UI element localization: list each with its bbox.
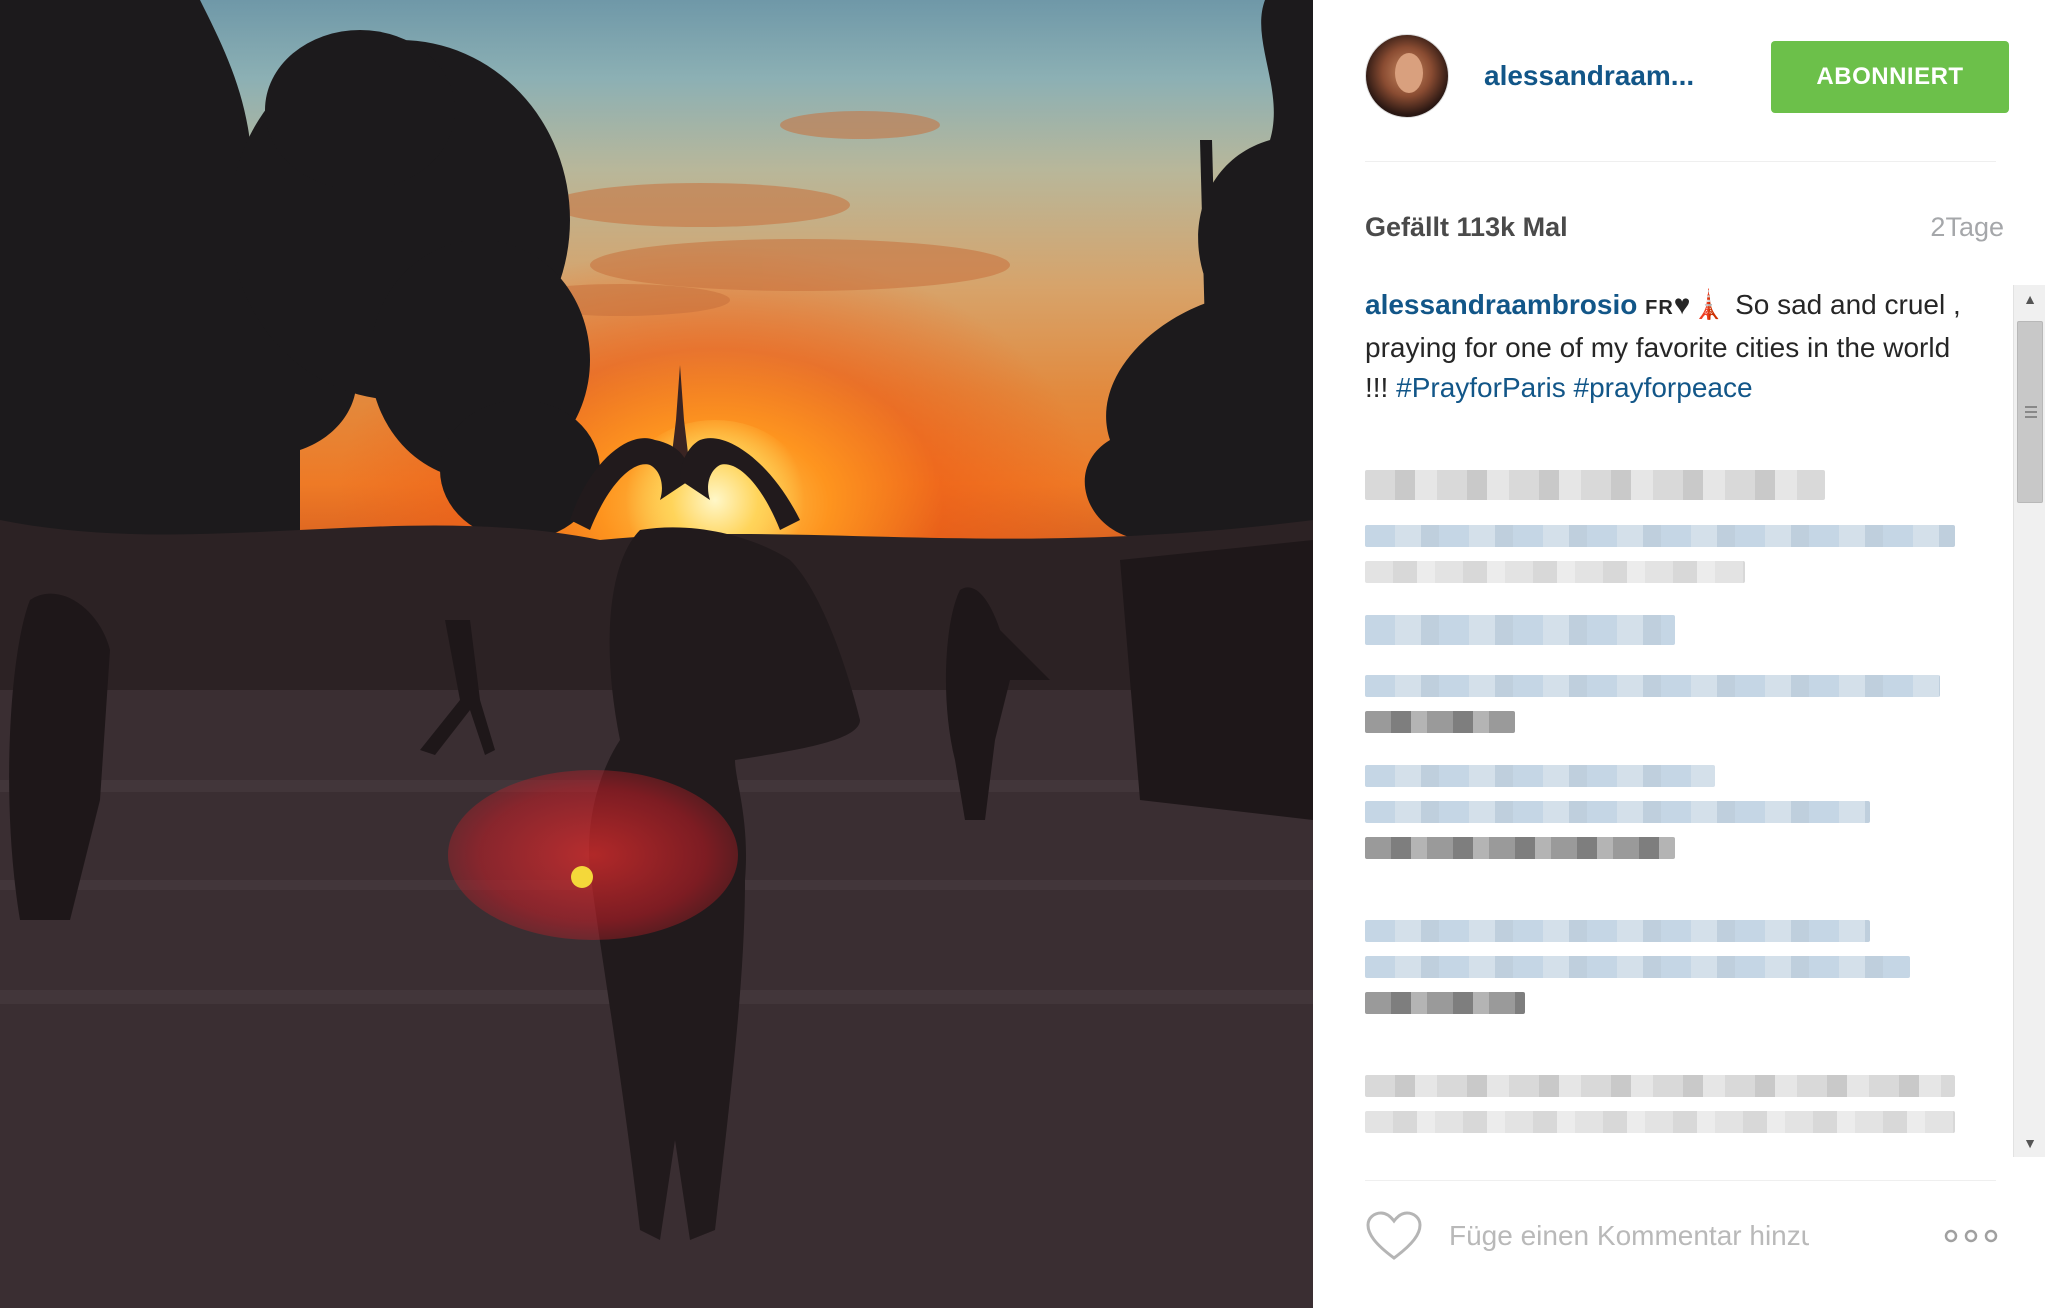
post-caption: alessandraambrosio FR♥🗼 So sad and cruel… — [1365, 285, 1965, 408]
header-divider — [1365, 161, 1996, 162]
blurred-comment — [1365, 615, 1675, 659]
hashtag-prayforparis[interactable]: #PrayforParis — [1396, 372, 1566, 403]
likes-count[interactable]: Gefällt 113k Mal — [1365, 212, 1568, 243]
flag-emoji: FR — [1645, 297, 1674, 319]
blurred-comment — [1365, 765, 1870, 873]
blurred-comment — [1365, 675, 1940, 747]
footer-divider — [1365, 1180, 1996, 1181]
scroll-down-arrow-icon[interactable]: ▼ — [2014, 1129, 2046, 1157]
lens-flare — [448, 770, 738, 940]
comments-scrollbar[interactable]: ▲ ▼ — [2013, 285, 2045, 1157]
hashtag-prayforpeace[interactable]: #prayforpeace — [1574, 372, 1753, 403]
caption-emojis: FR♥🗼 — [1645, 289, 1727, 320]
blurred-comment — [1365, 470, 1825, 514]
post-photo[interactable] — [0, 0, 1313, 1308]
scroll-up-arrow-icon[interactable]: ▲ — [2014, 285, 2046, 313]
post-side-panel: alessandraam... ABONNIERT Gefällt 113k M… — [1313, 0, 2048, 1308]
post-timestamp[interactable]: 2Tage — [1930, 212, 2004, 243]
comment-input[interactable] — [1449, 1212, 1809, 1260]
post-header: alessandraam... ABONNIERT — [1365, 34, 2009, 118]
follow-button[interactable]: ABONNIERT — [1771, 41, 2009, 113]
blurred-comment — [1365, 525, 1955, 597]
heart-outline-icon[interactable] — [1365, 1210, 1423, 1262]
grip-icon — [2025, 406, 2037, 418]
lens-flare-dot — [571, 866, 593, 888]
post-username[interactable]: alessandraam... — [1484, 60, 1694, 92]
blurred-comment — [1365, 1075, 1955, 1147]
photo-silhouettes — [0, 0, 1313, 1308]
avatar[interactable] — [1365, 34, 1449, 118]
caption-username[interactable]: alessandraambrosio — [1365, 289, 1637, 320]
blurred-comment — [1365, 920, 1910, 1028]
comments-list[interactable]: alessandraambrosio FR♥🗼 So sad and cruel… — [1365, 285, 1965, 1165]
eiffel-tower-emoji: 🗼 — [1691, 289, 1728, 320]
broken-heart-emoji: ♥ — [1673, 289, 1692, 320]
avatar-face — [1395, 53, 1423, 93]
more-options-icon[interactable] — [1943, 1226, 1999, 1246]
scrollbar-thumb[interactable] — [2017, 321, 2043, 503]
